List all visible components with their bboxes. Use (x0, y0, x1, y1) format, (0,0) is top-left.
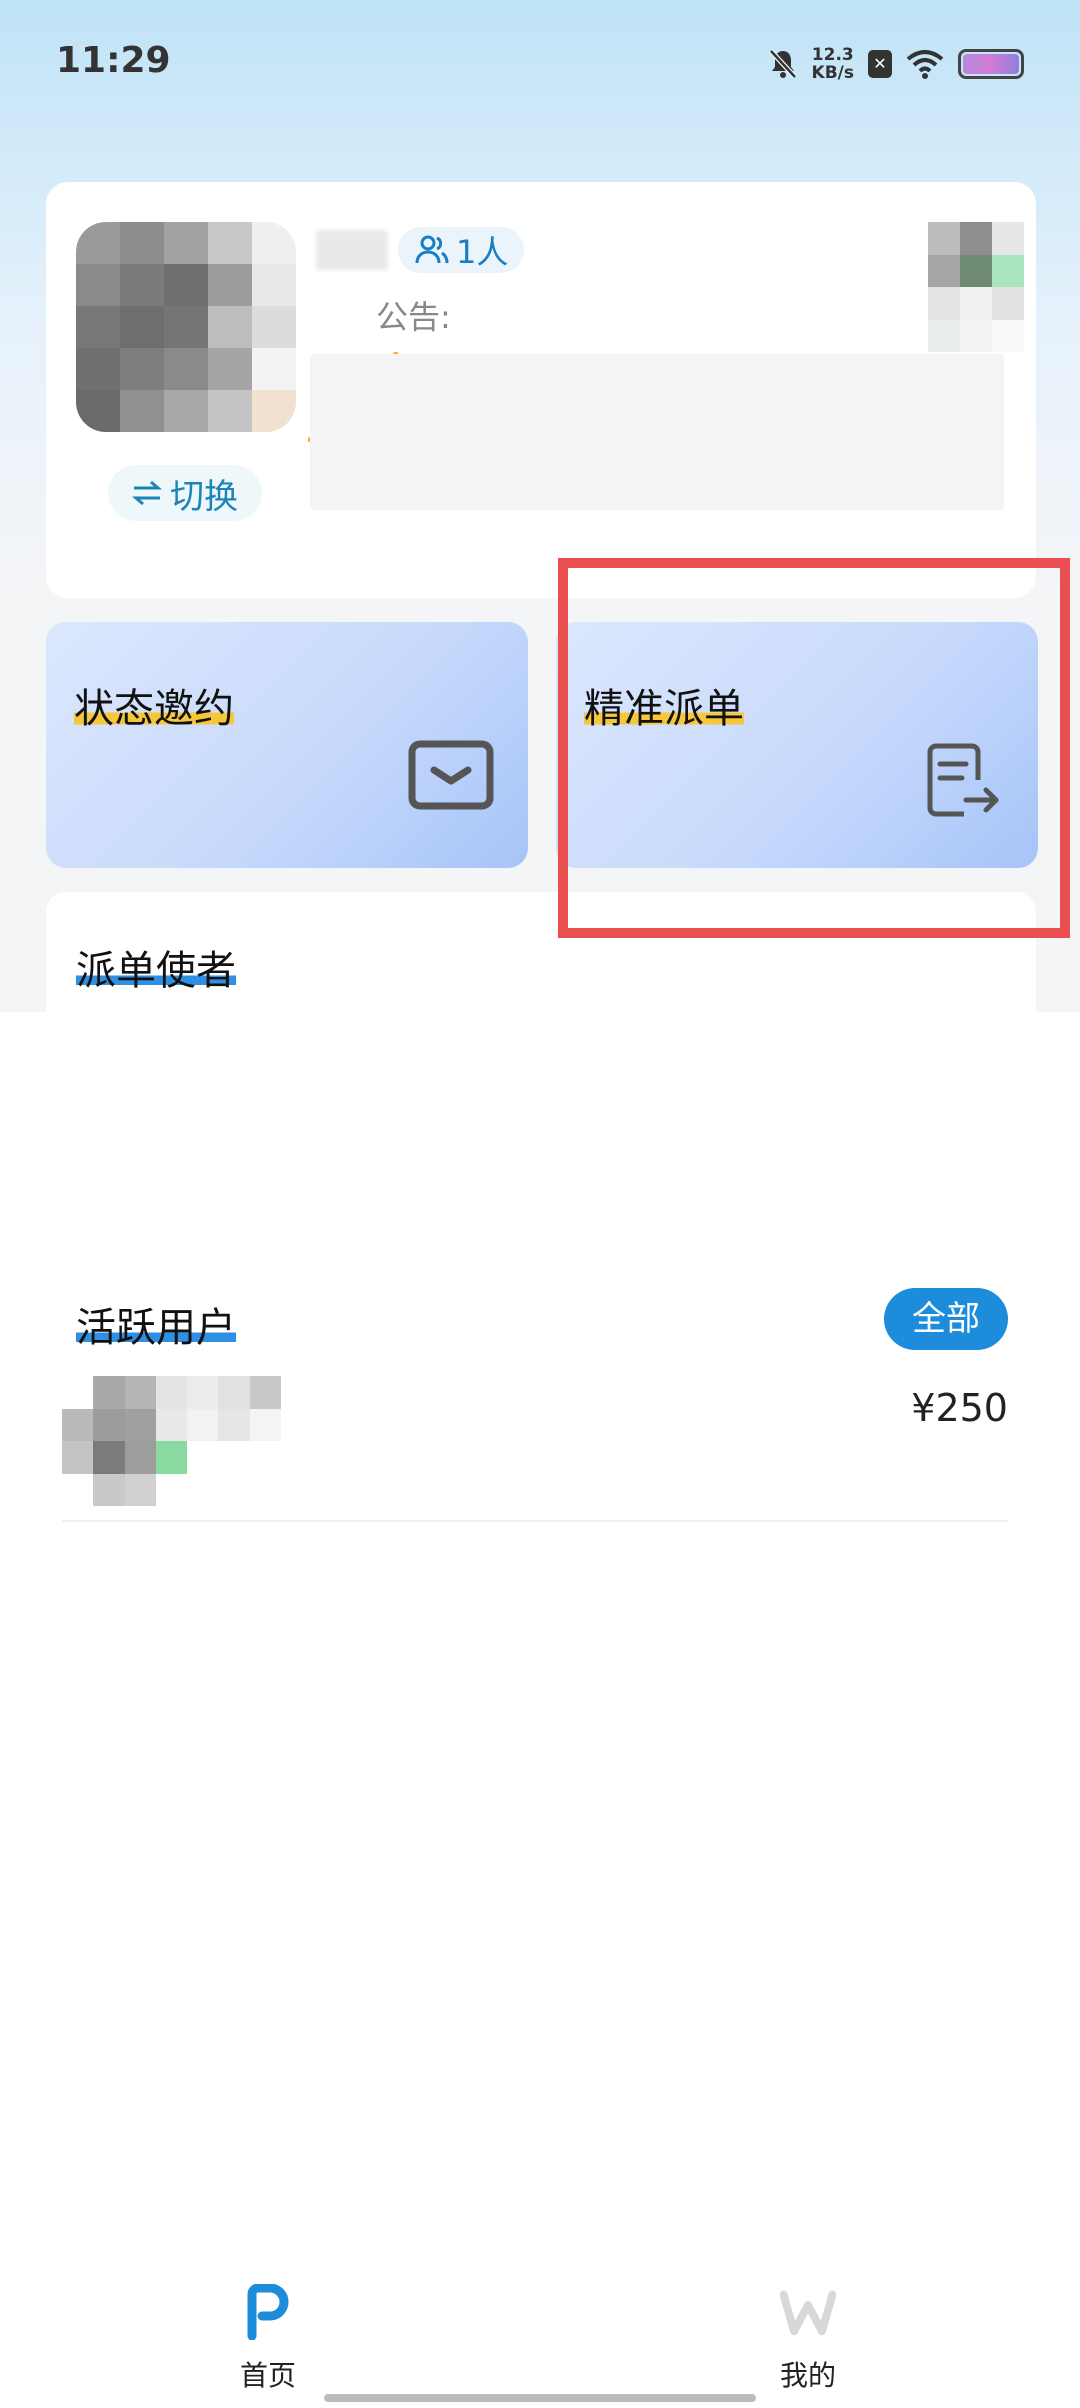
qr-thumbnail[interactable] (928, 222, 1024, 352)
team-name-blurred (316, 230, 388, 270)
all-button[interactable]: 全部 (884, 1288, 1008, 1350)
bell-muted-icon (768, 49, 797, 79)
avatar-image (76, 222, 296, 432)
team-profile-card: 1人 公告: 切换 (46, 182, 1036, 598)
status-invite-card[interactable]: 状态邀约 (46, 622, 528, 868)
home-indicator (324, 2394, 756, 2402)
bottom-navigation: 首页 我的 (0, 2270, 1080, 2408)
battery-icon (958, 49, 1024, 79)
w-logo-icon (780, 2290, 836, 2336)
team-name-row: 1人 (316, 222, 525, 278)
network-speed-value: 12.3 (811, 45, 854, 65)
wifi-icon (906, 50, 944, 79)
p-logo-icon (247, 2284, 289, 2340)
highlight-annotation-box (558, 558, 1070, 938)
network-speed: 12.3 KB/s (812, 46, 854, 82)
close-box-icon: ✕ (868, 50, 892, 78)
active-users-title: 活跃用户 (76, 1305, 236, 1351)
members-badge[interactable]: 1人 (398, 227, 525, 273)
avatar[interactable] (76, 222, 326, 472)
members-count: 1人 (456, 233, 509, 271)
mail-icon (408, 740, 494, 810)
list-item[interactable]: ¥250 (62, 1370, 1008, 1522)
switch-arrows-icon (132, 480, 162, 506)
nav-mine-label: 我的 (779, 2359, 836, 2392)
notice-content (310, 354, 1004, 510)
status-time: 11:29 (56, 40, 171, 81)
dispatcher-title: 派单使者 (76, 948, 236, 994)
user-amount: ¥250 (911, 1386, 1008, 1430)
user-avatar-blurred (62, 1376, 312, 1506)
nav-home-label: 首页 (239, 2359, 296, 2392)
main-content-area (0, 1012, 1080, 2408)
nav-home[interactable]: 首页 (168, 2270, 368, 2394)
status-icons: 12.3 KB/s ✕ (768, 44, 1024, 84)
status-invite-title: 状态邀约 (74, 686, 234, 732)
network-speed-unit: KB/s (811, 63, 854, 83)
notice-label: 公告: (376, 298, 451, 336)
status-bar: 11:29 12.3 KB/s ✕ (0, 0, 1080, 120)
switch-button[interactable]: 切换 (108, 465, 262, 521)
nav-mine[interactable]: 我的 (708, 2270, 908, 2394)
people-icon (415, 235, 449, 264)
switch-label: 切换 (170, 476, 238, 517)
